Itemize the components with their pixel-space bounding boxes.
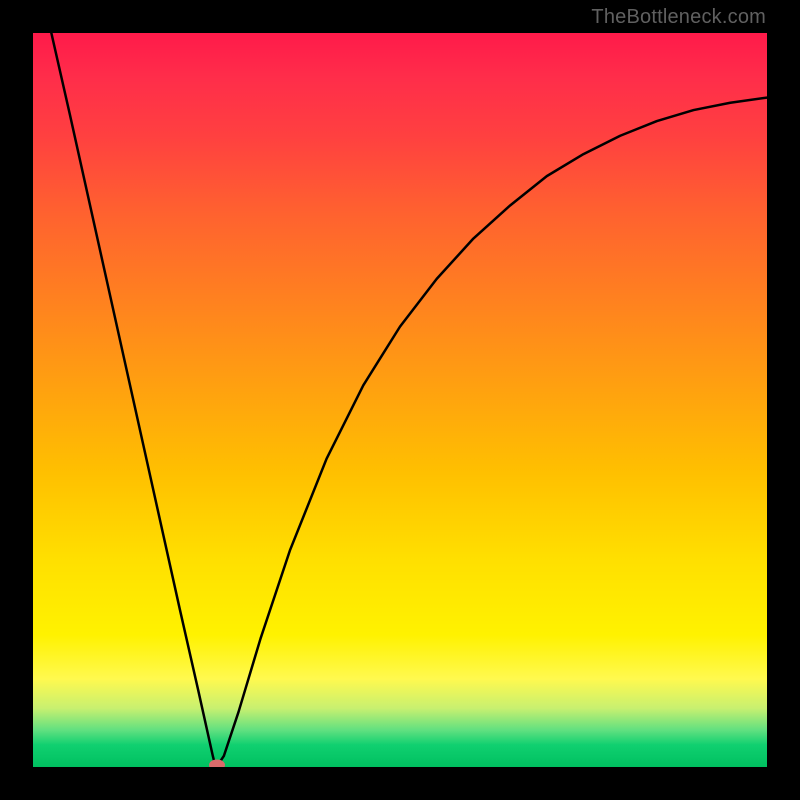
plot-area bbox=[33, 33, 767, 767]
curve-svg bbox=[33, 33, 767, 767]
watermark-text: TheBottleneck.com bbox=[591, 6, 766, 29]
chart-container: TheBottleneck.com bbox=[0, 0, 800, 800]
curve-path bbox=[51, 33, 767, 765]
minimum-marker bbox=[209, 759, 225, 767]
